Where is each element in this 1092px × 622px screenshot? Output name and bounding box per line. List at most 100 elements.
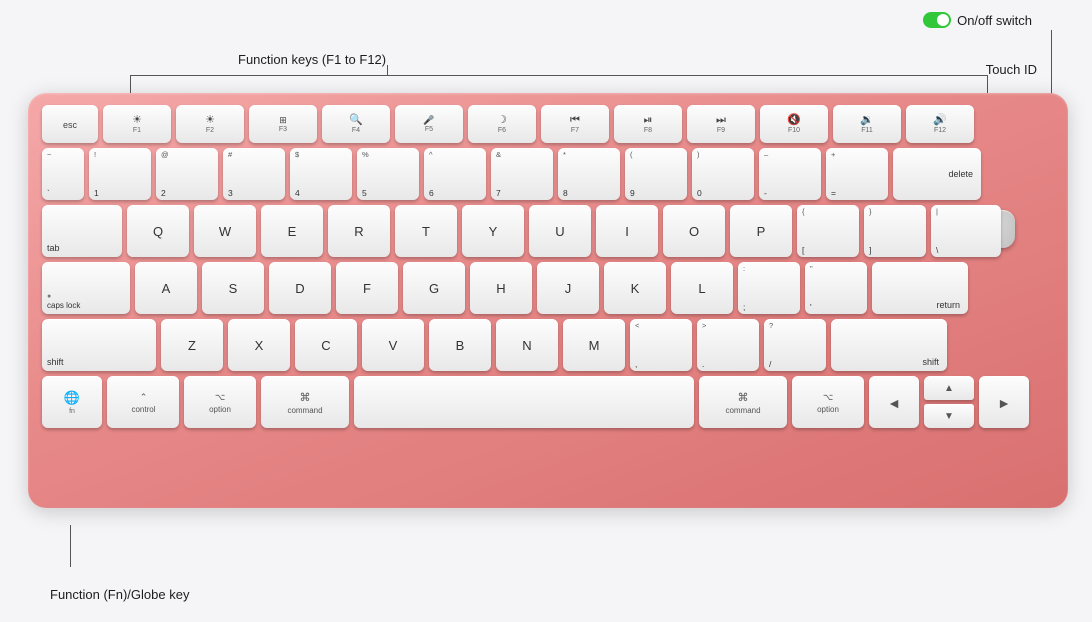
key-slash[interactable]: ? /	[764, 319, 826, 371]
key-option-left[interactable]: ⌥ option	[184, 376, 256, 428]
key-fn-globe[interactable]: 🌐 fn	[42, 376, 102, 428]
touchid-label: Touch ID	[986, 62, 1037, 77]
key-m[interactable]: M	[563, 319, 625, 371]
key-quote[interactable]: " '	[805, 262, 867, 314]
key-minus[interactable]: – -	[759, 148, 821, 200]
key-o[interactable]: O	[663, 205, 725, 257]
key-delete[interactable]: delete	[893, 148, 981, 200]
key-0[interactable]: ) 0	[692, 148, 754, 200]
key-comma[interactable]: < ,	[630, 319, 692, 371]
number-row: ~ ` ! 1 @ 2 # 3 $ 4 % 5	[42, 148, 1054, 200]
key-1[interactable]: ! 1	[89, 148, 151, 200]
key-capslock[interactable]: ● caps lock	[42, 262, 130, 314]
key-esc[interactable]: esc	[42, 105, 98, 143]
key-p[interactable]: P	[730, 205, 792, 257]
fnkeys-pointer	[387, 65, 388, 76]
key-z[interactable]: Z	[161, 319, 223, 371]
key-f3[interactable]: ⊞ F3	[249, 105, 317, 143]
key-option-right[interactable]: ⌥ option	[792, 376, 864, 428]
key-f9[interactable]: ⏭ F9	[687, 105, 755, 143]
globe-annotation: Function (Fn)/Globe key	[50, 587, 189, 602]
key-b[interactable]: B	[429, 319, 491, 371]
key-return[interactable]: return	[872, 262, 968, 314]
key-i[interactable]: I	[596, 205, 658, 257]
key-l[interactable]: L	[671, 262, 733, 314]
bottom-row: 🌐 fn ⌃ control ⌥ option ⌘ command	[42, 376, 1054, 428]
key-arrow-up[interactable]: ▲	[924, 376, 974, 400]
key-v[interactable]: V	[362, 319, 424, 371]
key-rbracket[interactable]: } ]	[864, 205, 926, 257]
key-6[interactable]: ^ 6	[424, 148, 486, 200]
key-f5[interactable]: 🎤 F5	[395, 105, 463, 143]
globe-line	[70, 525, 71, 567]
key-shift-left[interactable]: shift	[42, 319, 156, 371]
key-f8[interactable]: ⏯ F8	[614, 105, 682, 143]
key-f10[interactable]: 🔇 F10	[760, 105, 828, 143]
key-arrow-right[interactable]: ►	[979, 376, 1029, 428]
key-2[interactable]: @ 2	[156, 148, 218, 200]
key-f12[interactable]: 🔊 F12	[906, 105, 974, 143]
zxcv-row: shift Z X C V B N M < , > . ? / shift	[42, 319, 1054, 371]
key-j[interactable]: J	[537, 262, 599, 314]
key-equals[interactable]: + =	[826, 148, 888, 200]
key-semicolon[interactable]: : ;	[738, 262, 800, 314]
key-h[interactable]: H	[470, 262, 532, 314]
key-u[interactable]: U	[529, 205, 591, 257]
key-k[interactable]: K	[604, 262, 666, 314]
key-c[interactable]: C	[295, 319, 357, 371]
arrow-keys: ◄ ▲ ▼ ►	[869, 376, 1029, 428]
key-q[interactable]: Q	[127, 205, 189, 257]
bracket-right	[987, 75, 988, 93]
key-x[interactable]: X	[228, 319, 290, 371]
key-f7[interactable]: ⏮ F7	[541, 105, 609, 143]
key-w[interactable]: W	[194, 205, 256, 257]
bracket-line	[130, 75, 988, 76]
asdf-row: ● caps lock A S D F G H J K L : ; " ' re…	[42, 262, 1054, 314]
key-f2[interactable]: ☀ F2	[176, 105, 244, 143]
key-lbracket[interactable]: { [	[797, 205, 859, 257]
fn-row: esc ☀ F1 ☀ F2 ⊞ F3	[42, 105, 1054, 143]
touchid-annotation: Touch ID	[986, 62, 1037, 77]
key-arrow-left[interactable]: ◄	[869, 376, 919, 428]
key-f6[interactable]: ☽ F6	[468, 105, 536, 143]
key-arrow-down[interactable]: ▼	[924, 404, 974, 428]
key-e[interactable]: E	[261, 205, 323, 257]
bracket-left	[130, 75, 131, 93]
arrow-up-down: ▲ ▼	[924, 376, 974, 428]
keyboard-body: esc ☀ F1 ☀ F2 ⊞ F3	[28, 93, 1068, 508]
key-3[interactable]: # 3	[223, 148, 285, 200]
qwerty-row: tab Q W E R T Y U I O P { [ } ] | \	[42, 205, 1054, 257]
key-f4[interactable]: 🔍 F4	[322, 105, 390, 143]
onoff-annotation: On/off switch	[923, 12, 1032, 28]
key-7[interactable]: & 7	[491, 148, 553, 200]
key-command-left[interactable]: ⌘ command	[261, 376, 349, 428]
key-f[interactable]: F	[336, 262, 398, 314]
key-period[interactable]: > .	[697, 319, 759, 371]
key-control[interactable]: ⌃ control	[107, 376, 179, 428]
key-9[interactable]: ( 9	[625, 148, 687, 200]
key-shift-right[interactable]: shift	[831, 319, 947, 371]
key-r[interactable]: R	[328, 205, 390, 257]
key-command-right[interactable]: ⌘ command	[699, 376, 787, 428]
key-tab[interactable]: tab	[42, 205, 122, 257]
key-n[interactable]: N	[496, 319, 558, 371]
key-backslash[interactable]: | \	[931, 205, 1001, 257]
key-tilde[interactable]: ~ `	[42, 148, 84, 200]
key-f11[interactable]: 🔉 F11	[833, 105, 901, 143]
key-s[interactable]: S	[202, 262, 264, 314]
key-a[interactable]: A	[135, 262, 197, 314]
key-t[interactable]: T	[395, 205, 457, 257]
key-y[interactable]: Y	[462, 205, 524, 257]
key-5[interactable]: % 5	[357, 148, 419, 200]
key-f1[interactable]: ☀ F1	[103, 105, 171, 143]
fnkeys-label: Function keys (F1 to F12)	[238, 52, 386, 67]
key-d[interactable]: D	[269, 262, 331, 314]
fnkeys-annotation: Function keys (F1 to F12)	[238, 52, 386, 67]
onoff-label: On/off switch	[957, 13, 1032, 28]
page: On/off switch Touch ID Function keys (F1…	[0, 0, 1092, 622]
key-4[interactable]: $ 4	[290, 148, 352, 200]
key-g[interactable]: G	[403, 262, 465, 314]
toggle-icon[interactable]	[923, 12, 951, 28]
key-8[interactable]: * 8	[558, 148, 620, 200]
key-space[interactable]	[354, 376, 694, 428]
